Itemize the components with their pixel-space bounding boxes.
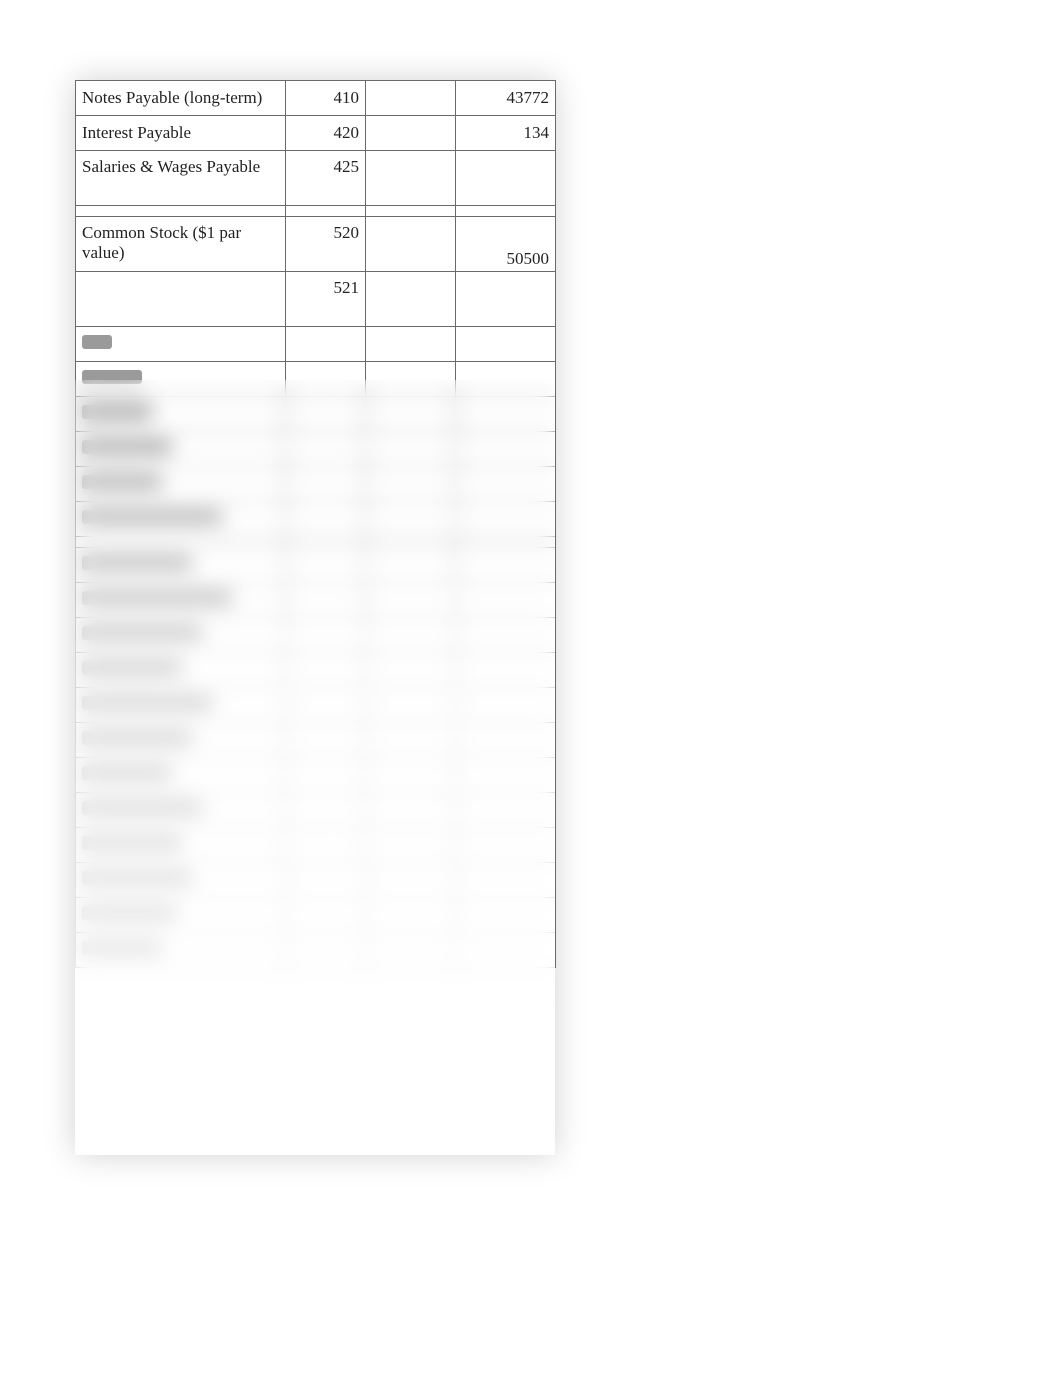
account-number-cell: 425 — [286, 151, 366, 206]
debit-cell — [366, 272, 456, 327]
account-cell: Notes Payable (long-term) — [76, 81, 286, 116]
account-cell: Salaries & Wages Payable — [76, 151, 286, 206]
table-row — [76, 397, 556, 432]
account-number-cell: 420 — [286, 116, 366, 151]
table-row — [76, 758, 556, 793]
table-row — [76, 898, 556, 933]
account-cell: Common Stock ($1 par value) — [76, 217, 286, 272]
table-row — [76, 828, 556, 863]
table-row: Common Stock ($1 par value) 520 50500 — [76, 217, 556, 272]
ledger-sheet: Notes Payable (long-term) 410 43772 Inte… — [75, 80, 555, 1155]
table-row — [76, 327, 556, 362]
table-row — [76, 583, 556, 618]
table-row — [76, 467, 556, 502]
credit-cell — [456, 272, 556, 327]
credit-cell — [456, 151, 556, 206]
debit-cell — [366, 151, 456, 206]
table-row — [76, 688, 556, 723]
table-row — [76, 793, 556, 828]
table-row — [76, 432, 556, 467]
table-spacer-row — [76, 206, 556, 217]
account-number-cell: 520 — [286, 217, 366, 272]
table-row: Salaries & Wages Payable 425 — [76, 151, 556, 206]
page: Notes Payable (long-term) 410 43772 Inte… — [0, 0, 1062, 1376]
account-cell — [76, 272, 286, 327]
debit-cell — [366, 81, 456, 116]
table-row — [76, 362, 556, 397]
table-spacer-row — [76, 537, 556, 548]
ledger-table: Notes Payable (long-term) 410 43772 Inte… — [75, 80, 556, 968]
debit-cell — [366, 116, 456, 151]
table-row — [76, 653, 556, 688]
table-row — [76, 933, 556, 968]
debit-cell — [366, 217, 456, 272]
table-row: 521 — [76, 272, 556, 327]
table-row — [76, 863, 556, 898]
credit-cell: 134 — [456, 116, 556, 151]
credit-cell: 50500 — [456, 217, 556, 272]
table-row: Notes Payable (long-term) 410 43772 — [76, 81, 556, 116]
account-number-cell: 521 — [286, 272, 366, 327]
table-row — [76, 723, 556, 758]
table-row — [76, 502, 556, 537]
credit-cell: 43772 — [456, 81, 556, 116]
table-row: Interest Payable 420 134 — [76, 116, 556, 151]
account-number-cell: 410 — [286, 81, 366, 116]
table-row — [76, 548, 556, 583]
table-row — [76, 618, 556, 653]
account-cell: Interest Payable — [76, 116, 286, 151]
